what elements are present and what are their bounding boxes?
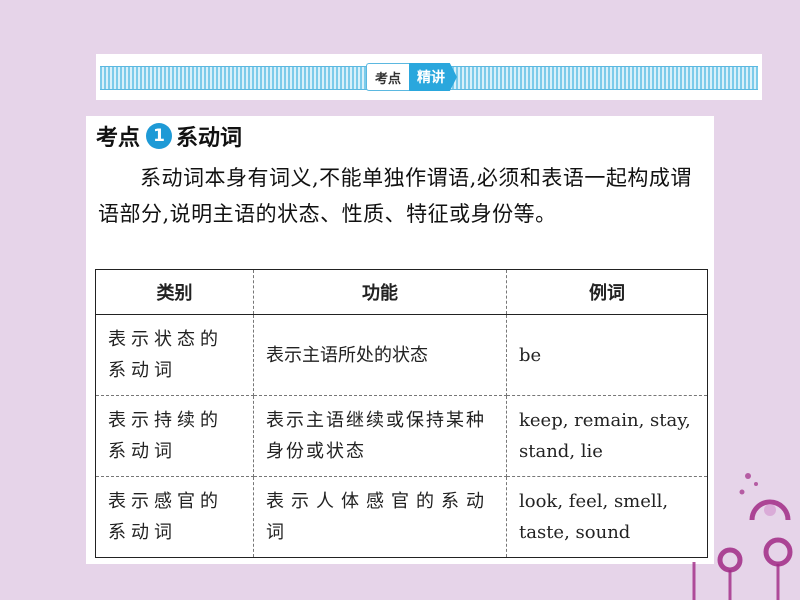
- linking-verb-table: 类别 功能 例词 表示状态的系动词 表示主语所处的状态 be 表示持续的系动词 …: [95, 269, 708, 558]
- banner-tag: 考点 精讲: [366, 63, 458, 91]
- heading-number-badge: 1: [146, 123, 173, 149]
- table-row: 表示状态的系动词 表示主语所处的状态 be: [95, 314, 708, 396]
- cell-category: 表示感官的系动词: [95, 476, 254, 558]
- cell-examples: look, feel, smell, taste, sound: [519, 491, 669, 543]
- heading-prefix: 考点: [96, 126, 141, 151]
- heading-title: 系动词: [176, 126, 243, 151]
- section-heading: 考点 1 系动词: [96, 120, 242, 152]
- intro-paragraph: 系动词本身有词义,不能单独作谓语,必须和表语一起构成谓语部分,说明主语的状态、性…: [98, 166, 692, 226]
- cell-category: 表示持续的系动词: [95, 395, 254, 477]
- table-row: 表示持续的系动词 表示主语继续或保持某种身份或状态 keep, remain, …: [95, 395, 708, 477]
- banner-tag-left: 考点: [366, 63, 410, 91]
- cell-function: 表示人体感官的系动词: [253, 476, 507, 558]
- cell-category: 表示状态的系动词: [95, 314, 254, 396]
- content-card: 考点 1 系动词 系动词本身有词义,不能单独作谓语,必须和表语一起构成谓语部分,…: [86, 116, 714, 564]
- header-category: 类别: [95, 269, 254, 315]
- header-function: 功能: [253, 269, 507, 315]
- cell-function: 表示主语继续或保持某种身份或状态: [253, 395, 507, 477]
- decorative-ornament-icon: [692, 473, 793, 600]
- table-row: 表示感官的系动词 表示人体感官的系动词 look, feel, smell, t…: [95, 476, 708, 558]
- cell-examples: be: [506, 314, 708, 396]
- header-examples: 例词: [506, 269, 708, 315]
- table-header-row: 类别 功能 例词: [95, 269, 708, 315]
- cell-function: 表示主语所处的状态: [253, 314, 507, 396]
- cell-examples: keep, remain, stay, stand, lie: [506, 395, 708, 477]
- banner-tag-right: 精讲: [409, 63, 458, 91]
- section-banner: 考点 精讲: [96, 54, 762, 100]
